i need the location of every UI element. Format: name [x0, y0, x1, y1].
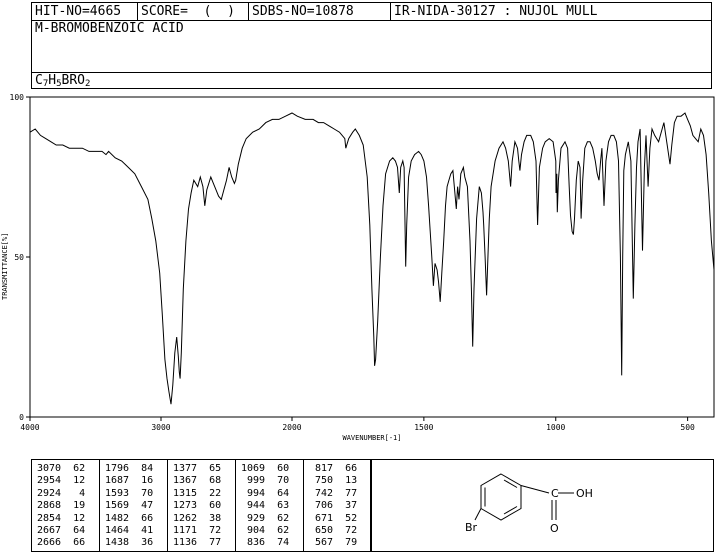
- x-tick-label: 500: [680, 423, 695, 432]
- header-info-row: HIT-NO=4665 SCORE= ( ) SDBS-NO=10878 IR-…: [32, 3, 711, 21]
- peak-entry: 1438 36: [105, 537, 154, 549]
- hit-number: HIT-NO=4665: [35, 4, 122, 19]
- peak-entry: 994 64: [241, 487, 290, 499]
- peak-entry: 3070 62: [37, 463, 86, 474]
- x-tick-label: 4000: [20, 423, 39, 432]
- peak-entry: 817 66: [309, 463, 358, 474]
- bromine-label: Br: [465, 521, 478, 534]
- molecule-structure: C OH O Br: [465, 473, 593, 535]
- benzene-ring: [474, 473, 574, 521]
- y-tick-label: 100: [10, 93, 25, 102]
- structure-panel: C OH O Br: [371, 459, 714, 552]
- x-tick-label: 1500: [414, 423, 433, 432]
- peak-entry: 1796 84: [105, 463, 154, 474]
- peak-entry: 904 62: [241, 525, 290, 536]
- peak-entry: 706 37: [309, 500, 358, 512]
- plot-frame: [29, 96, 715, 418]
- y-tick-label: 0: [19, 413, 24, 422]
- sdbs-number: SDBS-NO=10878: [252, 4, 354, 19]
- carbonyl-oxygen-label: O: [550, 522, 559, 535]
- peak-entry: 567 79: [309, 537, 358, 549]
- peak-column: 817 66 750 13 742 77 706 37 671 52 650 7…: [304, 460, 372, 551]
- peak-entry: 2667 64: [37, 525, 86, 536]
- y-tick-label: 50: [14, 253, 24, 262]
- header-divider: [32, 72, 711, 73]
- formula-subscript: 2: [84, 79, 91, 89]
- peak-entry: 1482 66: [105, 512, 154, 524]
- x-tick-label: 2000: [282, 423, 301, 432]
- peak-entry: 650 72: [309, 525, 358, 536]
- peak-entry: 1687 16: [105, 475, 154, 487]
- x-axis: 4000 3000 2000 1500 1000 500: [20, 417, 695, 432]
- peak-entry: 1069 60: [241, 463, 290, 474]
- score: SCORE= ( ): [141, 4, 235, 19]
- y-axis-label: TRANSMITTANCE[%]: [1, 233, 9, 300]
- formula-element: C: [35, 73, 43, 88]
- peak-entry: 1367 68: [173, 475, 222, 487]
- peak-entry: 750 13: [309, 475, 358, 487]
- peak-entry: 1593 70: [105, 487, 154, 499]
- hydroxyl-label: OH: [576, 487, 593, 500]
- peak-entry: 1273 60: [173, 500, 222, 512]
- peak-column: 1796 84 1687 16 1593 70 1569 47 1482 66 1464 …: [100, 460, 168, 551]
- peak-entry: 1569 47: [105, 500, 154, 512]
- peak-entry: 742 77: [309, 487, 358, 499]
- x-tick-label: 3000: [151, 423, 170, 432]
- y-axis: 0 50 100: [10, 93, 30, 422]
- peak-entry: 671 52: [309, 512, 358, 524]
- peak-entry: 2868 19: [37, 500, 86, 512]
- peak-column: 1377 65 1367 68 1315 22 1273 60 1262 38 1171 …: [168, 460, 236, 551]
- ir-nida-info: IR-NIDA-30127 : NUJOL MULL: [394, 4, 598, 19]
- peak-entry: 2924 4: [37, 487, 86, 499]
- peak-entry: 836 74: [241, 537, 290, 549]
- peak-entry: 1464 41: [105, 525, 154, 536]
- peak-entry: 944 63: [241, 500, 290, 512]
- peak-entry: 1262 38: [173, 512, 222, 524]
- peak-entry: 1377 65: [173, 463, 222, 474]
- peak-entry: 1315 22: [173, 487, 222, 499]
- peak-column: 3070 62 2954 12 2924 4 2868 19 2854 12 2667 6…: [32, 460, 100, 551]
- peak-entry: 1136 77: [173, 537, 222, 549]
- formula-element: H: [48, 73, 57, 88]
- peak-column: 1069 60 999 70 994 64 944 63 929 62 904 …: [236, 460, 304, 551]
- peak-entry: 2854 12: [37, 512, 86, 524]
- carboxyl-carbon-label: C: [551, 487, 559, 500]
- x-tick-label: 1000: [546, 423, 565, 432]
- compound-name: M-BROMOBENZOIC ACID: [35, 21, 184, 36]
- peak-entry: 2954 12: [37, 475, 86, 487]
- formula-element: BRO: [61, 73, 85, 88]
- peak-entry: 1171 72: [173, 525, 222, 536]
- x-axis-label: WAVENUMBER[-1]: [342, 434, 401, 442]
- peak-entry: 929 62: [241, 512, 290, 524]
- transmittance-line: [29, 112, 715, 405]
- peak-entry: 999 70: [241, 475, 290, 487]
- ir-spectrum-chart: 0 50 100 4000 3000 2000 1500 1000 500 TRANSMITT…: [1, 93, 715, 442]
- peak-entry: 2666 66: [37, 537, 86, 549]
- peak-table: 3070 62 2954 12 2924 4 2868 19 2854 12 2667 6…: [31, 459, 372, 552]
- spectrum-header: HIT-NO=4665 SCORE= ( ) SDBS-NO=10878 IR-…: [31, 2, 712, 89]
